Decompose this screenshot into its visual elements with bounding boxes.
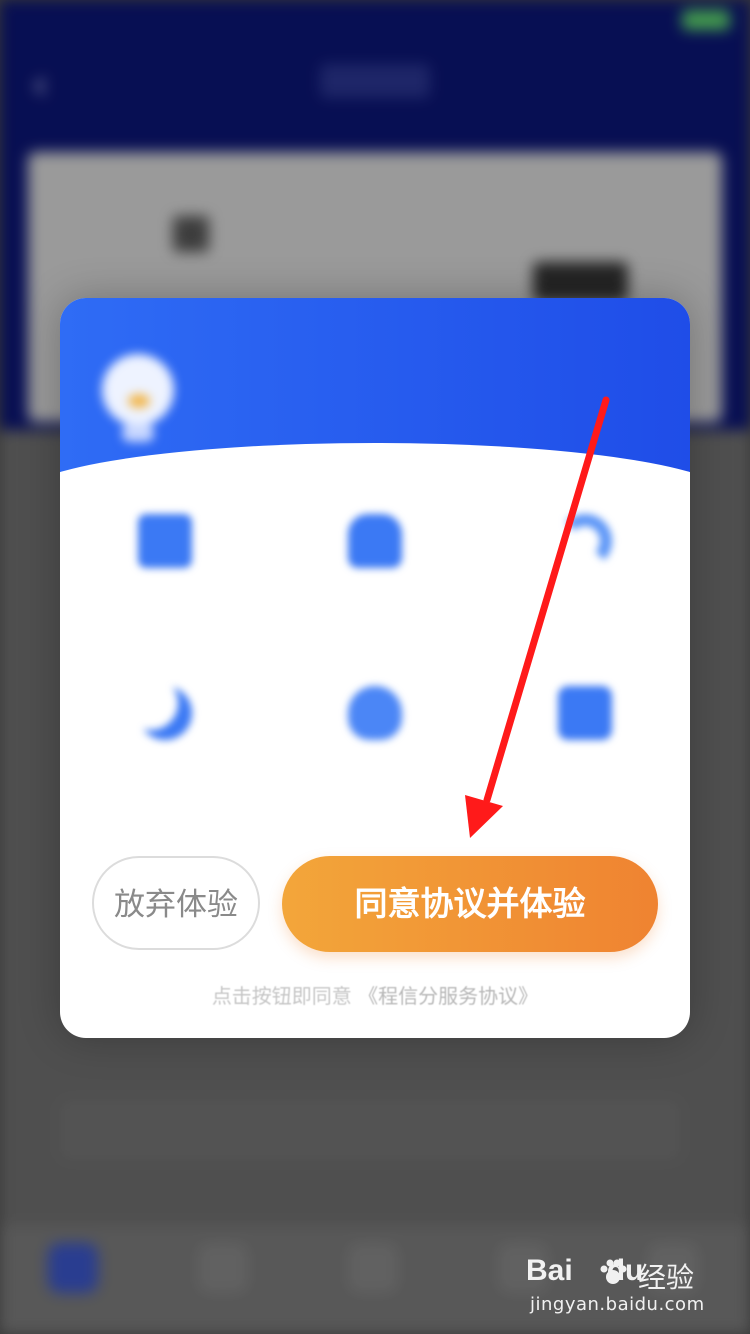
give-up-button[interactable]: 放弃体验 (92, 856, 260, 950)
wifi-icon (558, 514, 612, 568)
document-icon (138, 514, 192, 568)
agreement-notice: 点击按钮即同意 《程信分服务协议》 (60, 980, 690, 1009)
benefit-item (60, 670, 270, 830)
car-icon (348, 514, 402, 568)
watermark-url: jingyan.baidu.com (530, 1294, 705, 1315)
agree-and-try-button[interactable]: 同意协议并体验 (282, 856, 658, 952)
agreement-link[interactable]: 《程信分服务协议》 (358, 984, 538, 1008)
agreement-prefix: 点击按钮即同意 (211, 984, 352, 1008)
moon-icon (138, 686, 192, 740)
baidu-jingyan-watermark: Baidu 经验 jingyan.baidu.com (526, 1254, 716, 1324)
benefit-item (270, 498, 480, 658)
benefits-grid (60, 498, 690, 838)
benefit-item (480, 670, 690, 830)
box-icon (558, 686, 612, 740)
cloud-icon (348, 686, 402, 740)
trial-modal: 放弃体验 同意协议并体验 点击按钮即同意 《程信分服务协议》 (60, 298, 690, 1038)
watermark-logo-text: Bai (526, 1254, 573, 1287)
benefit-item (60, 498, 270, 658)
modal-header (60, 298, 690, 533)
mascot-icon (96, 336, 180, 446)
watermark-cn: 经验 (638, 1261, 695, 1294)
benefit-item (480, 498, 690, 658)
paw-icon (600, 1259, 627, 1284)
benefit-item (270, 670, 480, 830)
